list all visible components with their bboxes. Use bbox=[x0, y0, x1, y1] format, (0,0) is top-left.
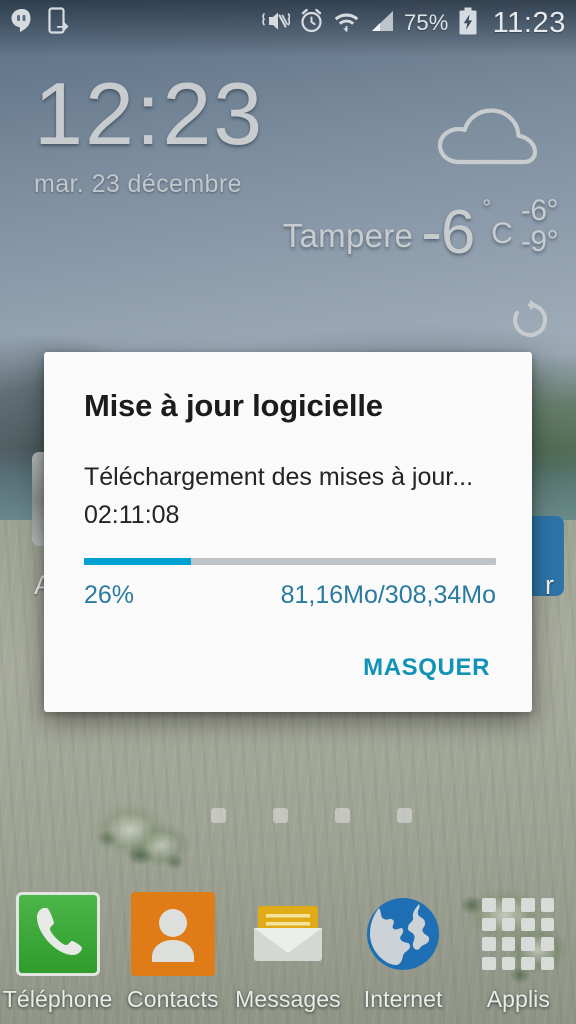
wifi-icon bbox=[333, 8, 360, 39]
signal-icon bbox=[369, 8, 395, 39]
dialog-elapsed-time: 02:11:08 bbox=[84, 500, 180, 529]
status-bar-system-icons: 75% 11:23 bbox=[260, 7, 566, 40]
dialog-title: Mise à jour logicielle bbox=[84, 388, 383, 423]
status-bar[interactable]: 75% 11:23 bbox=[0, 0, 576, 46]
download-percent-label: 26% bbox=[84, 580, 135, 609]
battery-charging-icon bbox=[458, 7, 478, 40]
home-screen: 75% 11:23 12:23 mar. 23 décembre Tampere… bbox=[0, 0, 576, 1024]
status-bar-clock: 11:23 bbox=[492, 6, 566, 39]
download-size-label: 81,16Mo/308,34Mo bbox=[280, 580, 496, 609]
download-progress-labels: 26% 81,16Mo/308,34Mo bbox=[84, 581, 496, 610]
device-transfer-icon bbox=[48, 7, 70, 39]
dialog-message: Téléchargement des mises à jour... bbox=[84, 463, 474, 491]
software-update-dialog: Mise à jour logicielle Téléchargement de… bbox=[44, 352, 532, 712]
download-progress-bar bbox=[84, 557, 496, 565]
dialog-actions: MASQUER bbox=[84, 644, 500, 696]
download-progress-fill bbox=[84, 557, 192, 565]
status-bar-notification-icons bbox=[10, 7, 70, 39]
battery-percent-label: 75% bbox=[403, 10, 449, 35]
hangouts-icon bbox=[10, 8, 34, 39]
alarm-icon bbox=[299, 8, 324, 39]
hide-button[interactable]: MASQUER bbox=[343, 644, 496, 696]
vibrate-mute-icon bbox=[260, 8, 291, 39]
